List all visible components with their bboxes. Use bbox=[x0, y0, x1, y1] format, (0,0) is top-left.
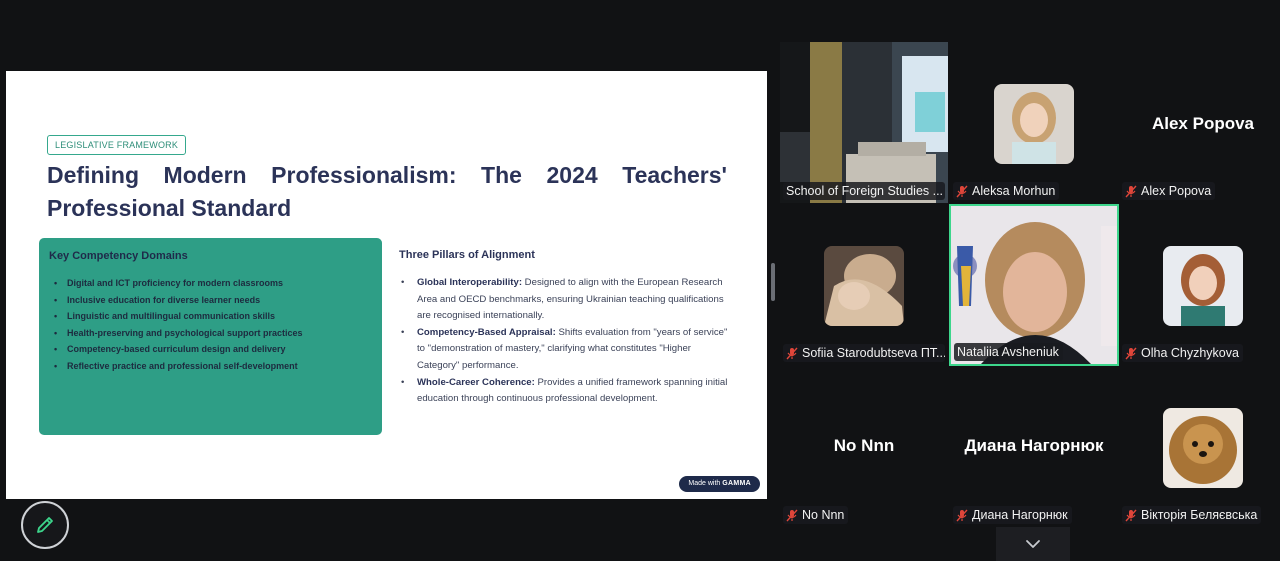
participant-display-name: No Nnn bbox=[833, 436, 895, 455]
avatar bbox=[1163, 408, 1243, 488]
avatar-photo bbox=[824, 246, 904, 326]
participant-tile-p9[interactable]: Вікторія Беляєвська bbox=[1119, 366, 1280, 527]
avatar bbox=[994, 84, 1074, 164]
participant-tile-p2[interactable]: Aleksa Morhun bbox=[950, 42, 1118, 203]
pillar-term: Global Interoperability: bbox=[417, 277, 523, 288]
pen-icon bbox=[37, 517, 53, 533]
panel-resize-handle[interactable] bbox=[771, 263, 775, 301]
participant-name: Alex Popova bbox=[1141, 184, 1212, 198]
made-with-gamma-badge[interactable]: Made with GAMMA bbox=[679, 476, 760, 492]
competency-list: Digital and ICT proficiency for modern c… bbox=[49, 275, 372, 375]
list-item: Global Interoperability: Designed to ali… bbox=[399, 275, 729, 325]
competency-heading: Key Competency Domains bbox=[49, 250, 188, 262]
participant-name: No Nnn bbox=[802, 508, 845, 522]
participant-tile-p4[interactable]: Sofiia Starodubtseva ПТ... bbox=[780, 204, 948, 365]
participant-tile-p7[interactable]: No Nnn No Nnn bbox=[780, 366, 948, 527]
slide-tag: LEGISLATIVE FRAMEWORK bbox=[47, 135, 187, 155]
list-item: Competency-based curriculum design and d… bbox=[49, 341, 372, 358]
participant-name-tag: Olha Chyzhykova bbox=[1122, 344, 1243, 362]
participant-display-name: Alex Popova bbox=[1151, 114, 1255, 133]
avatar-photo bbox=[994, 84, 1074, 164]
participant-name-tag: Sofiia Starodubtseva ПТ... bbox=[783, 344, 945, 362]
participant-tile-p5-active-speaker[interactable]: Nataliia Avsheniuk bbox=[949, 204, 1119, 366]
competency-card: Key Competency Domains Digital and ICT p… bbox=[39, 238, 382, 435]
participant-tile-p3[interactable]: Alex Popova Alex Popova bbox=[1119, 42, 1280, 203]
avatar bbox=[824, 246, 904, 326]
mic-off-icon bbox=[786, 347, 798, 359]
pillar-term: Competency-Based Appraisal: bbox=[417, 326, 556, 338]
participant-name: Вікторія Беляєвська bbox=[1141, 508, 1258, 522]
list-item: Digital and ICT proficiency for modern c… bbox=[49, 275, 372, 292]
shared-slide: LEGISLATIVE FRAMEWORK Defining Modern Pr… bbox=[6, 71, 767, 499]
chevron-down-icon bbox=[1026, 540, 1040, 548]
participant-name: School of Foreign Studies ... bbox=[786, 184, 944, 198]
participant-tile-p1[interactable]: School of Foreign Studies ... bbox=[780, 42, 948, 203]
participant-name-tag: Alex Popova bbox=[1122, 182, 1216, 200]
mic-off-icon bbox=[956, 509, 968, 521]
mic-off-icon bbox=[786, 509, 798, 521]
participant-name-tag: Nataliia Avsheniuk bbox=[954, 343, 1063, 361]
pillars-heading: Three Pillars of Alignment bbox=[399, 249, 535, 261]
participant-name: Olha Chyzhykova bbox=[1141, 346, 1239, 360]
participant-name-tag: Диана Нагорнюк bbox=[953, 506, 1072, 524]
slide-title: Defining Modern Professionalism: The 202… bbox=[47, 162, 727, 221]
avatar bbox=[1163, 246, 1243, 326]
list-item: Whole-Career Coherence: Provides a unifi… bbox=[399, 375, 729, 408]
participant-name-tag: Aleksa Morhun bbox=[953, 182, 1060, 200]
scroll-participants-button[interactable] bbox=[996, 527, 1070, 561]
avatar-photo bbox=[1163, 408, 1243, 488]
list-item: Reflective practice and professional sel… bbox=[49, 358, 372, 375]
avatar-photo bbox=[1163, 246, 1243, 326]
mic-off-icon bbox=[1125, 347, 1137, 359]
participant-name: Aleksa Morhun bbox=[972, 184, 1056, 198]
participant-name: Диана Нагорнюк bbox=[972, 508, 1068, 522]
participant-name-tag: School of Foreign Studies ... bbox=[783, 182, 945, 200]
list-item: Competency-Based Appraisal: Shifts evalu… bbox=[399, 325, 729, 375]
list-item: Inclusive education for diverse learner … bbox=[49, 292, 372, 309]
mic-off-icon bbox=[956, 185, 968, 197]
mic-off-icon bbox=[1125, 185, 1137, 197]
list-item: Linguistic and multilingual communicatio… bbox=[49, 308, 372, 325]
pillar-term: Whole-Career Coherence: bbox=[417, 376, 535, 388]
badge-prefix: Made with bbox=[688, 480, 721, 487]
video-feed bbox=[780, 42, 948, 203]
pillars-list: Global Interoperability: Designed to ali… bbox=[399, 275, 729, 408]
participant-tile-p6[interactable]: Olha Chyzhykova bbox=[1119, 204, 1280, 365]
list-item: Health-preserving and psychological supp… bbox=[49, 325, 372, 342]
participant-name-tag: No Nnn bbox=[783, 506, 849, 524]
participant-name: Nataliia Avsheniuk bbox=[957, 345, 1059, 359]
badge-brand: GAMMA bbox=[722, 480, 751, 487]
participant-name: Sofiia Starodubtseva ПТ... bbox=[802, 346, 945, 360]
video-feed bbox=[951, 206, 1117, 364]
participant-tile-p8[interactable]: Диана Нагорнюк Диана Нагорнюк bbox=[950, 366, 1118, 527]
pillars-section: Three Pillars of Alignment Global Intero… bbox=[399, 249, 729, 408]
participant-display-name: Диана Нагорнюк bbox=[964, 436, 1104, 455]
participant-name-tag: Вікторія Беляєвська bbox=[1122, 506, 1262, 524]
annotate-button[interactable] bbox=[21, 501, 69, 549]
mic-off-icon bbox=[1125, 509, 1137, 521]
